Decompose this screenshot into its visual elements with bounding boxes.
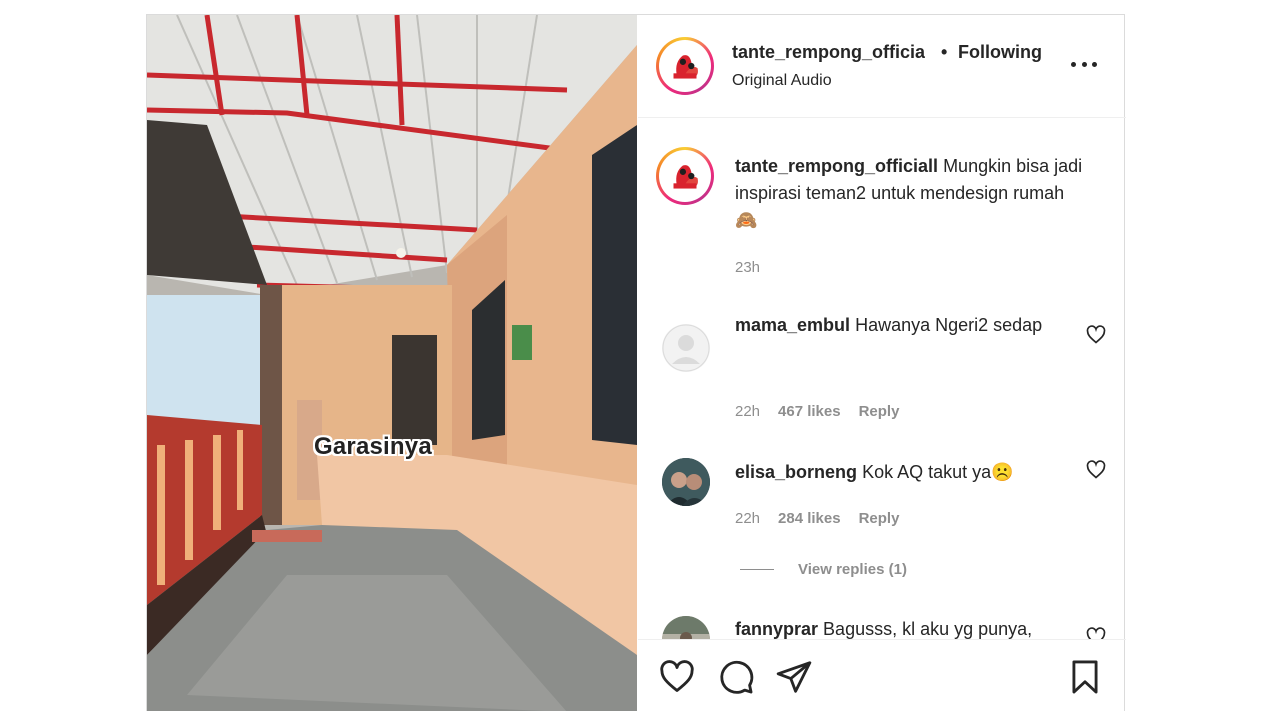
post-sidebar: tante_rempong_officia • Following Origin… xyxy=(638,15,1126,711)
post-header: tante_rempong_officia • Following Origin… xyxy=(638,15,1126,118)
user-photo xyxy=(662,458,710,506)
heart-icon[interactable] xyxy=(658,658,696,696)
garage-scene xyxy=(147,15,637,711)
post-actions xyxy=(638,639,1126,711)
avatar[interactable] xyxy=(662,616,710,639)
more-options-icon[interactable] xyxy=(1071,59,1097,69)
header-username[interactable]: tante_rempong_officia xyxy=(732,42,925,63)
comment-time[interactable]: 22h xyxy=(735,510,760,527)
share-icon[interactable] xyxy=(775,658,813,696)
post-video[interactable]: Garasinya xyxy=(147,15,637,711)
video-caption: Garasinya xyxy=(314,433,432,460)
comment-text: mama_embul Hawanya Ngeri2 sedap xyxy=(735,312,1090,339)
comments-list[interactable]: tante_rempong_officiall Mungkin bisa jad… xyxy=(638,119,1126,639)
replies-divider xyxy=(740,569,774,570)
brand-logo-icon xyxy=(662,153,708,199)
default-avatar-icon xyxy=(662,324,710,372)
caption-avatar[interactable] xyxy=(656,147,714,205)
avatar[interactable] xyxy=(662,458,710,506)
avatar[interactable] xyxy=(662,324,710,372)
reply-button[interactable]: Reply xyxy=(859,403,900,420)
comment-likes[interactable]: 284 likes xyxy=(778,510,841,527)
comment-likes[interactable]: 467 likes xyxy=(778,403,841,420)
following-button[interactable]: Following xyxy=(958,42,1042,63)
view-replies-button[interactable]: View replies (1) xyxy=(740,561,907,578)
comment-like-heart-icon[interactable] xyxy=(1086,627,1106,639)
comment-body: Bagusss, kl aku yg punya, xyxy=(823,619,1033,639)
caption-username[interactable]: tante_rempong_officiall xyxy=(735,156,938,176)
header-separator: • xyxy=(941,42,948,62)
comment-body: Kok AQ takut ya☹️ xyxy=(862,462,1014,482)
user-photo xyxy=(662,616,710,639)
comment-body: Hawanya Ngeri2 sedap xyxy=(855,315,1043,335)
comment-meta: 22h 467 likes Reply xyxy=(735,403,899,420)
brand-logo-icon xyxy=(662,43,708,89)
comment-like-heart-icon[interactable] xyxy=(1086,460,1106,480)
comment-username[interactable]: fannyprar xyxy=(735,619,818,639)
view-replies-label: View replies (1) xyxy=(798,561,907,578)
bookmark-icon[interactable] xyxy=(1066,658,1104,696)
comment-username[interactable]: elisa_borneng xyxy=(735,462,857,482)
comment-icon[interactable] xyxy=(717,658,755,696)
caption-text: tante_rempong_officiall Mungkin bisa jad… xyxy=(735,153,1090,234)
comment-meta: 22h 284 likes Reply xyxy=(735,510,899,527)
caption-time[interactable]: 23h xyxy=(735,259,760,276)
audio-link[interactable]: Original Audio xyxy=(732,72,832,90)
caption-meta: 23h xyxy=(735,259,760,276)
comment-text: elisa_borneng Kok AQ takut ya☹️ xyxy=(735,459,1090,486)
comment-like-heart-icon[interactable] xyxy=(1086,325,1106,345)
comment-text: fannyprar Bagusss, kl aku yg punya, xyxy=(735,616,1090,639)
comment-time[interactable]: 22h xyxy=(735,403,760,420)
reply-button[interactable]: Reply xyxy=(859,510,900,527)
post-dialog: Garasinya tante_rempong_officia • Follow… xyxy=(146,14,1126,711)
profile-avatar[interactable] xyxy=(656,37,714,95)
comment-username[interactable]: mama_embul xyxy=(735,315,850,335)
